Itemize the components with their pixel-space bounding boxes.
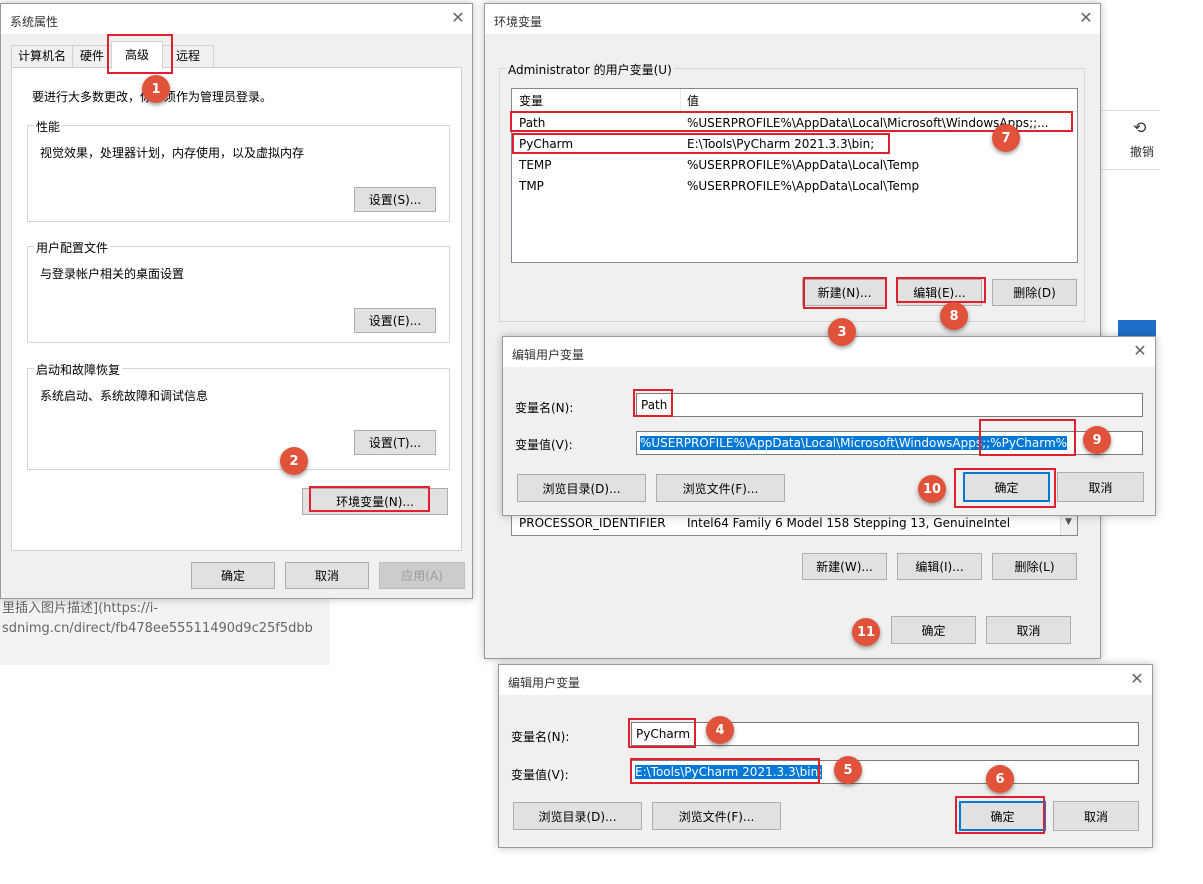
apply-button: 应用(A) [379,562,465,589]
step-badge-6: 6 [986,765,1014,793]
close-icon[interactable]: ✕ [448,9,468,29]
step-badge-10: 10 [918,475,946,503]
startup-recovery-group: 启动和故障恢复 系统启动、系统故障和调试信息 设置(T)... [27,361,450,470]
edit-path-titlebar: 编辑用户变量 ✕ [503,337,1155,367]
variable-name-label: 变量名(N): [511,730,570,744]
step-badge-1: 1 [142,75,170,103]
background-toolbar [1100,110,1160,170]
edit-pycharm-dialog: 编辑用户变量 ✕ 变量名(N): PyCharm 变量值(V): E:\Tool… [498,664,1153,848]
cancel-button[interactable]: 取消 [285,562,369,589]
browse-directory-button[interactable]: 浏览目录(D)... [517,474,646,502]
step-badge-8: 8 [940,302,968,330]
group-description: 视觉效果，处理器计划，内存使用，以及虚拟内存 [40,146,305,160]
group-description: 系统启动、系统故障和调试信息 [40,389,209,403]
background-text-2: sdnimg.cn/direct/fb478ee55511490d9c25f5d… [2,621,313,636]
undo-icon[interactable]: ⟲ [1133,118,1146,137]
variable-value-label: 变量值(V): [511,768,569,782]
close-icon[interactable]: ✕ [1076,9,1096,29]
cancel-button[interactable]: 取消 [1057,472,1144,502]
user-profile-group: 用户配置文件 与登录帐户相关的桌面设置 设置(E)... [27,239,450,343]
step-badge-11: 11 [852,618,880,646]
step-badge-2: 2 [280,447,308,475]
table-row[interactable]: TEMP %USERPROFILE%\AppData\Local\Temp [512,155,1077,176]
background-text-1: 里插入图片描述](https://i- [2,601,159,616]
variable-name: TEMP [519,158,552,172]
table-row[interactable]: PROCESSOR_IDENTIFIER Intel64 Family 6 Mo… [512,513,1077,534]
tab-label: 高级 [124,48,149,62]
browse-file-button[interactable]: 浏览文件(F)... [652,802,781,830]
group-label: 启动和故障恢复 [34,361,123,378]
sysprops-title: 系统属性 [10,15,59,29]
column-header-value[interactable]: 值 [687,92,699,109]
system-delete-button[interactable]: 删除(L) [992,553,1077,580]
advanced-tab-page: 要进行大多数更改，你必须作为管理员登录。 性能 视觉效果，处理器计划，内存使用，… [11,67,462,551]
highlight-new-button [803,277,887,309]
user-profile-settings-button[interactable]: 设置(E)... [354,308,436,333]
highlight-env-button [309,486,430,512]
variable-value-label: 变量值(V): [515,438,573,452]
variable-name-label: 变量名(N): [515,401,574,415]
step-badge-5: 5 [834,756,862,784]
variable-value: Intel64 Family 6 Model 158 Stepping 13, … [687,516,1011,530]
group-description: 与登录帐户相关的桌面设置 [40,267,185,281]
user-variables-label: Administrator 的用户变量(U) [506,61,674,78]
column-divider [680,89,681,111]
startup-settings-button[interactable]: 设置(T)... [354,430,436,455]
envvars-titlebar: 环境变量 ✕ [485,4,1100,34]
variable-name: TMP [519,179,544,193]
list-header: 变量 值 [512,89,1077,112]
edit-pycharm-title: 编辑用户变量 [508,676,581,690]
highlight-pycharm-row [512,133,890,154]
highlight-path-name [633,389,673,417]
table-row[interactable]: TMP %USERPROFILE%\AppData\Local\Temp [512,176,1077,197]
highlight-edit-button [896,277,986,303]
performance-settings-button[interactable]: 设置(S)... [354,187,436,212]
variable-name-field[interactable]: Path [636,393,1143,417]
highlight-pycharm-value [630,758,820,784]
highlight-ok-edit1 [954,468,1056,508]
step-badge-4: 4 [706,716,734,744]
environment-variables-window: 环境变量 ✕ Administrator 的用户变量(U) 变量 值 Path … [484,3,1101,659]
edit-pycharm-titlebar: 编辑用户变量 ✕ [499,665,1152,695]
sysprops-titlebar: 系统属性 ✕ [1,4,472,34]
edit-path-title: 编辑用户变量 [512,348,585,362]
tab-label: 计算机名 [17,49,66,63]
column-header-variable[interactable]: 变量 [519,92,543,109]
group-label: 用户配置文件 [34,239,111,256]
browse-directory-button[interactable]: 浏览目录(D)... [513,802,642,830]
step-badge-7: 7 [992,124,1020,152]
cancel-button[interactable]: 取消 [1053,801,1139,831]
system-edit-button[interactable]: 编辑(I)... [897,553,982,580]
variable-value: %USERPROFILE%\AppData\Local\Temp [687,179,920,193]
tab-label: 远程 [175,49,200,63]
variable-name: PROCESSOR_IDENTIFIER [519,516,666,530]
step-badge-9: 9 [1083,426,1111,454]
tab-advanced[interactable]: 高级 [111,41,163,69]
cancel-button[interactable]: 取消 [986,616,1071,644]
group-label: 性能 [34,118,63,135]
performance-group: 性能 视觉效果，处理器计划，内存使用，以及虚拟内存 设置(S)... [27,118,450,222]
user-delete-button[interactable]: 删除(D) [992,279,1077,306]
undo-label[interactable]: 撤销 [1130,143,1154,160]
variable-value: %USERPROFILE%\AppData\Local\Temp [687,158,920,172]
tab-label: 硬件 [79,49,104,63]
scroll-down-icon[interactable]: ▼ [1065,517,1072,527]
ok-button[interactable]: 确定 [891,616,976,644]
highlight-pycharm-name [628,718,696,748]
envvars-title: 环境变量 [494,15,543,29]
step-badge-3: 3 [828,318,856,346]
highlight-path-row [510,111,1073,132]
browse-file-button[interactable]: 浏览文件(F)... [656,474,785,502]
highlight-ok-edit2 [955,796,1045,834]
ok-button[interactable]: 确定 [191,562,275,589]
tab-hardware[interactable]: 硬件 [72,45,112,67]
close-icon[interactable]: ✕ [1130,342,1150,362]
highlight-pycharm-suffix [979,419,1076,456]
close-icon[interactable]: ✕ [1127,670,1147,690]
tab-computer-name[interactable]: 计算机名 [11,45,73,67]
system-new-button[interactable]: 新建(W)... [802,553,887,580]
